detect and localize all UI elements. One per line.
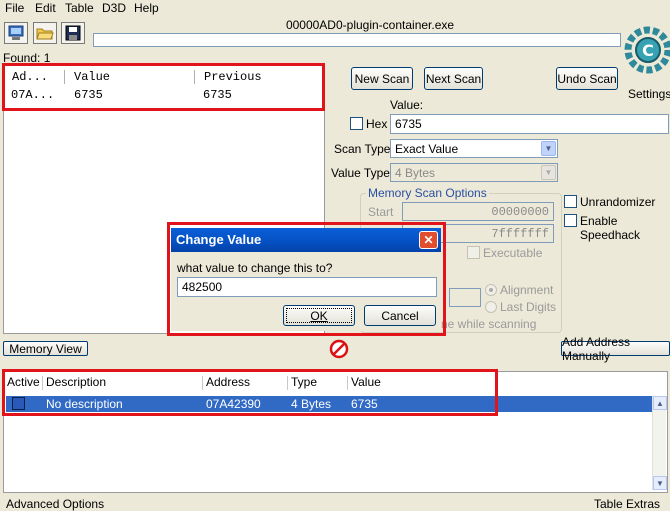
select-process-button[interactable] bbox=[4, 22, 28, 44]
floppy-disk-icon bbox=[65, 25, 81, 41]
alignment-input[interactable] bbox=[449, 288, 481, 307]
scroll-down-icon[interactable]: ▼ bbox=[653, 476, 667, 490]
scan-value-input[interactable]: 6735 bbox=[390, 114, 669, 134]
chevron-down-icon: ▼ bbox=[541, 141, 556, 156]
chevron-down-icon: ▼ bbox=[541, 165, 556, 180]
advanced-options-link[interactable]: Advanced Options bbox=[6, 497, 104, 511]
undo-scan-button[interactable]: Undo Scan bbox=[556, 67, 618, 90]
no-entry-icon bbox=[329, 339, 349, 359]
table-extras-link[interactable]: Table Extras bbox=[594, 497, 660, 511]
next-scan-button[interactable]: Next Scan bbox=[424, 67, 483, 90]
settings-label[interactable]: Settings bbox=[628, 87, 670, 101]
scan-type-select[interactable]: Exact Value ▼ bbox=[390, 139, 558, 158]
save-file-button[interactable] bbox=[61, 22, 85, 44]
speedhack-label: Enable Speedhack bbox=[580, 214, 641, 242]
speedhack-checkbox[interactable] bbox=[564, 214, 577, 227]
add-address-manually-button[interactable]: Add Address Manually bbox=[561, 335, 670, 363]
computer-icon bbox=[8, 25, 24, 40]
svg-text:C: C bbox=[642, 41, 654, 60]
scroll-up-icon[interactable]: ▲ bbox=[653, 396, 667, 410]
highlight-results bbox=[2, 63, 325, 111]
hex-label: Hex bbox=[366, 117, 388, 131]
status-bar: Advanced Options Table Extras bbox=[0, 495, 670, 511]
clear-list-button[interactable] bbox=[329, 339, 349, 359]
highlight-dialog bbox=[167, 222, 446, 336]
value-type-label: Value Type bbox=[331, 166, 390, 180]
menu-edit[interactable]: Edit bbox=[35, 1, 56, 15]
scan-progress-bar bbox=[93, 33, 621, 47]
start-label: Start bbox=[368, 205, 394, 219]
menu-table[interactable]: Table bbox=[65, 1, 94, 15]
menu-file[interactable]: File bbox=[5, 1, 24, 15]
value-label: Value: bbox=[390, 98, 424, 112]
alignment-radio[interactable] bbox=[485, 284, 497, 296]
scan-type-value: Exact Value bbox=[395, 142, 459, 156]
unrandomizer-label: Unrandomizer bbox=[580, 195, 656, 209]
folder-open-icon bbox=[36, 28, 54, 40]
cheat-engine-logo[interactable]: C bbox=[622, 20, 670, 86]
hex-checkbox[interactable] bbox=[350, 117, 363, 130]
menu-help[interactable]: Help bbox=[134, 1, 159, 15]
value-type-value: 4 Bytes bbox=[395, 166, 436, 180]
new-scan-button[interactable]: New Scan bbox=[351, 67, 413, 90]
vertical-scrollbar[interactable]: ▲ ▼ bbox=[652, 396, 667, 490]
last-digits-radio[interactable] bbox=[485, 301, 497, 313]
menu-bar: File Edit Table D3D Help bbox=[0, 0, 670, 16]
cheat-engine-logo-icon: C bbox=[624, 26, 670, 74]
alignment-label: Alignment bbox=[500, 283, 554, 297]
start-address-input[interactable]: 00000000 bbox=[402, 202, 554, 221]
last-digits-label: Last Digits bbox=[500, 300, 557, 314]
memory-view-button[interactable]: Memory View bbox=[3, 341, 88, 356]
pause-while-scanning-label: ne while scanning bbox=[441, 317, 537, 331]
value-type-select[interactable]: 4 Bytes ▼ bbox=[390, 163, 558, 182]
unrandomizer-checkbox[interactable] bbox=[564, 195, 577, 208]
process-title: 00000AD0-plugin-container.exe bbox=[285, 18, 455, 32]
highlight-address-list bbox=[2, 369, 498, 416]
open-file-button[interactable] bbox=[33, 22, 57, 44]
memory-scan-options-legend: Memory Scan Options bbox=[366, 186, 489, 200]
executable-checkbox[interactable] bbox=[467, 246, 480, 259]
menu-d3d[interactable]: D3D bbox=[102, 1, 126, 15]
executable-label: Executable bbox=[483, 246, 543, 260]
scan-type-label: Scan Type bbox=[334, 142, 391, 156]
